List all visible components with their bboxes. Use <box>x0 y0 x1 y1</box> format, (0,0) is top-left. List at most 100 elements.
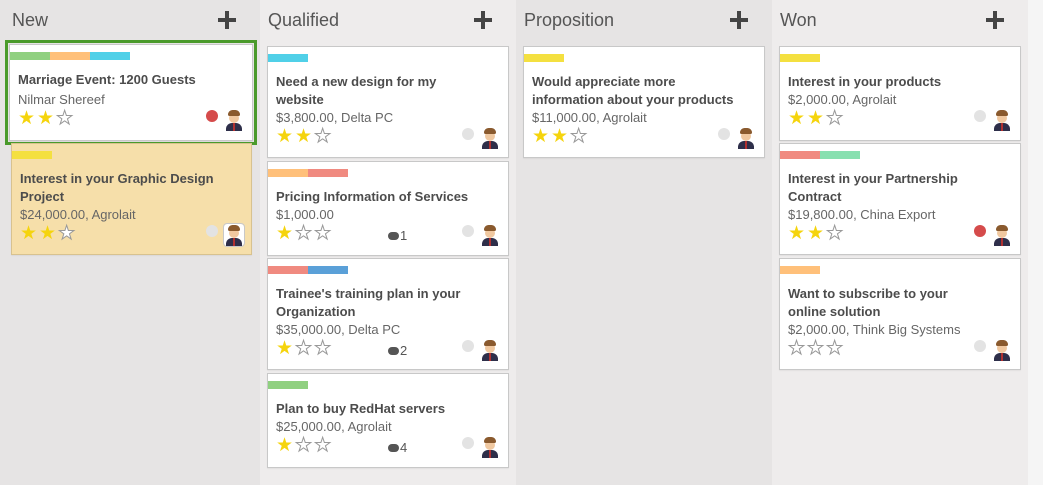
star-icon[interactable]: ★ <box>295 223 314 244</box>
comment-count[interactable]: 4 <box>388 440 407 455</box>
tag-color-bar <box>308 266 348 274</box>
add-card-won-plus-icon[interactable] <box>986 11 1004 29</box>
star-icon[interactable]: ★ <box>787 338 807 359</box>
star-icon[interactable]: ★ <box>56 108 75 129</box>
star-icon[interactable]: ★ <box>314 126 333 147</box>
status-dot-icon[interactable] <box>462 340 474 352</box>
scrollbar-track[interactable] <box>1028 0 1043 485</box>
card-q1[interactable]: Need a new design for my website $3,800.0… <box>267 46 509 158</box>
card-w1[interactable]: Interest in your products $2,000.00, Agr… <box>779 46 1021 141</box>
tags <box>268 54 308 62</box>
star-icon[interactable]: ★ <box>276 126 295 147</box>
card-subtitle: $24,000.00, Agrolait <box>20 207 136 222</box>
priority-stars[interactable]: ★★★ <box>20 223 77 244</box>
card-w3[interactable]: Want to subscribe to your online solution… <box>779 258 1021 370</box>
star-icon[interactable]: ★ <box>295 435 314 456</box>
column-title-proposition: Proposition <box>524 10 615 30</box>
column-won: Won Interest in your products $2,000.00,… <box>772 0 1028 485</box>
column-new: New Marriage Event: 1200 Guests Nilmar S… <box>4 0 260 485</box>
card-subtitle: $2,000.00, Think Big Systems <box>788 322 961 337</box>
star-icon[interactable]: ★ <box>807 108 826 129</box>
tag-color-bar <box>780 151 820 159</box>
star-icon[interactable]: ★ <box>295 126 314 147</box>
status-dot-icon[interactable] <box>462 128 474 140</box>
card-q4[interactable]: Plan to buy RedHat servers $25,000.00, A… <box>267 373 509 468</box>
add-card-new-plus-icon[interactable] <box>218 11 236 29</box>
star-icon[interactable]: ★ <box>826 338 845 359</box>
star-icon[interactable]: ★ <box>532 126 551 147</box>
priority-stars[interactable]: ★★★ <box>788 108 845 129</box>
avatar <box>480 224 500 246</box>
card-title: Interest in your Partnership Contract <box>788 171 958 204</box>
add-card-qualified-plus-icon[interactable] <box>474 11 492 29</box>
card-subtitle: $25,000.00, Agrolait <box>276 419 392 434</box>
star-icon[interactable]: ★ <box>295 338 314 359</box>
status-dot-icon[interactable] <box>462 437 474 449</box>
card-title: Interest in your Graphic Design Project <box>20 171 214 204</box>
priority-stars[interactable]: ★★★ <box>276 126 333 147</box>
card-c1[interactable]: Marriage Event: 1200 Guests Nilmar Shere… <box>5 40 257 145</box>
star-icon[interactable]: ★ <box>37 108 56 129</box>
star-icon[interactable]: ★ <box>276 338 295 359</box>
avatar <box>223 223 245 247</box>
star-icon[interactable]: ★ <box>551 126 570 147</box>
avatar <box>992 339 1012 361</box>
status-dot-icon[interactable] <box>206 225 218 237</box>
card-w2[interactable]: Interest in your Partnership Contract $19… <box>779 143 1021 255</box>
star-icon[interactable]: ★ <box>314 223 333 244</box>
star-icon[interactable]: ★ <box>788 223 807 244</box>
card-subtitle: $2,000.00, Agrolait <box>788 92 897 107</box>
card-title: Trainee's training plan in your Organizat… <box>276 286 461 319</box>
card-q2[interactable]: Pricing Information of Services $1,000.0… <box>267 161 509 256</box>
avatar <box>480 339 500 361</box>
star-icon[interactable]: ★ <box>276 435 295 456</box>
comment-icon <box>388 444 399 452</box>
status-dot-icon[interactable] <box>974 110 986 122</box>
column-proposition: Proposition Would appreciate more informa… <box>516 0 772 485</box>
card-q3[interactable]: Trainee's training plan in your Organizat… <box>267 258 509 370</box>
tags <box>268 266 348 274</box>
star-icon[interactable]: ★ <box>807 223 826 244</box>
card-subtitle: $35,000.00, Delta PC <box>276 322 401 337</box>
star-icon[interactable]: ★ <box>276 223 295 244</box>
star-icon[interactable]: ★ <box>788 108 807 129</box>
star-icon[interactable]: ★ <box>314 435 333 456</box>
tag-color-bar <box>780 54 820 62</box>
status-dot-icon[interactable] <box>206 110 218 122</box>
comment-icon <box>388 347 399 355</box>
tags <box>780 54 820 62</box>
star-icon[interactable]: ★ <box>58 223 77 244</box>
comment-count[interactable]: 1 <box>388 228 407 243</box>
star-icon[interactable]: ★ <box>826 223 845 244</box>
tag-color-bar <box>268 381 308 389</box>
card-subtitle: $19,800.00, China Export <box>788 207 936 222</box>
card-p1[interactable]: Would appreciate more information about y… <box>523 46 765 158</box>
priority-stars[interactable]: ★★★ <box>532 126 589 147</box>
priority-stars[interactable]: ★★★ <box>276 338 333 359</box>
status-dot-icon[interactable] <box>718 128 730 140</box>
card-title: Plan to buy RedHat servers <box>276 401 446 416</box>
star-icon[interactable]: ★ <box>570 126 589 147</box>
priority-stars[interactable]: ★★★ <box>18 108 75 129</box>
priority-stars[interactable]: ★★★ <box>788 223 845 244</box>
star-icon[interactable]: ★ <box>39 223 58 244</box>
column-title-new: New <box>12 10 49 30</box>
tag-color-bar <box>90 52 130 60</box>
star-icon[interactable]: ★ <box>18 108 37 129</box>
card-c2[interactable]: Interest in your Graphic Design Project $… <box>11 143 252 255</box>
priority-stars[interactable]: ★★★ <box>787 338 845 359</box>
star-icon[interactable]: ★ <box>314 338 333 359</box>
card-subtitle: Nilmar Shereef <box>18 92 105 107</box>
status-dot-icon[interactable] <box>974 225 986 237</box>
priority-stars[interactable]: ★★★ <box>276 435 333 456</box>
star-icon[interactable]: ★ <box>807 338 826 359</box>
status-dot-icon[interactable] <box>974 340 986 352</box>
star-icon[interactable]: ★ <box>20 223 39 244</box>
comment-count[interactable]: 2 <box>388 343 407 358</box>
star-icon[interactable]: ★ <box>826 108 845 129</box>
status-dot-icon[interactable] <box>462 225 474 237</box>
tag-color-bar <box>12 151 52 159</box>
comment-icon <box>388 232 399 240</box>
priority-stars[interactable]: ★★★ <box>276 223 333 244</box>
add-card-proposition-plus-icon[interactable] <box>730 11 748 29</box>
